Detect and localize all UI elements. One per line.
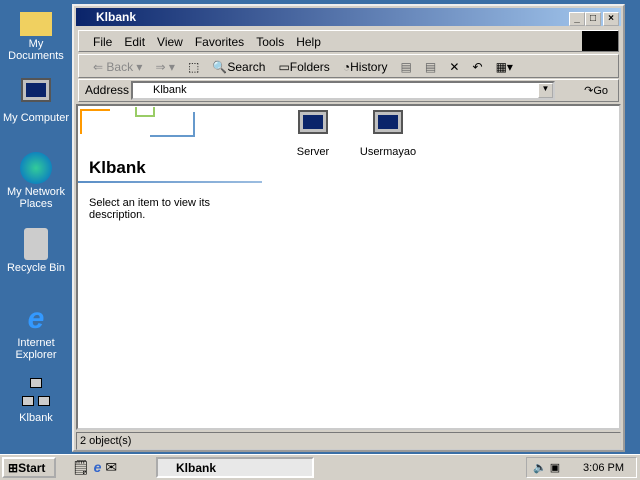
pane-divider — [78, 181, 262, 183]
copy-to-icon[interactable]: ▤ — [425, 60, 436, 74]
title-bar[interactable]: Klbank _ □ × — [76, 8, 621, 26]
menu-bar: File Edit View Favorites Tools Help — [78, 30, 619, 52]
taskbar: ⊞Start 🗒 e ✉ Klbank 🔈 ▣ 3:06 PM — [0, 454, 640, 480]
icon-label: My Documents — [8, 38, 64, 62]
computer-icon — [20, 78, 52, 110]
desktop-icon-internet-explorer[interactable]: e Internet Explorer — [0, 302, 72, 362]
folders-button[interactable]: ▭Folders — [278, 60, 329, 74]
quick-launch: 🗒 e ✉ — [72, 459, 117, 476]
search-button[interactable]: 🔍Search — [212, 60, 265, 74]
pane-title: Klbank — [89, 158, 146, 177]
address-label: Address — [85, 83, 130, 97]
views-button[interactable]: ▦▾ — [496, 60, 513, 74]
content-area: Klbank Select an item to view its descri… — [76, 104, 621, 430]
clock[interactable]: 3:06 PM — [583, 462, 624, 474]
maximize-button[interactable]: □ — [585, 12, 601, 26]
go-button[interactable]: ↷Go — [584, 84, 608, 97]
address-input[interactable]: Klbank ▼ — [131, 81, 555, 100]
pane-description: Select an item to view its description. — [89, 197, 211, 221]
icon-label: Internet Explorer — [15, 337, 57, 361]
desktop-icon-klbank[interactable]: Klbank — [0, 378, 72, 424]
menu-file[interactable]: File — [93, 35, 112, 49]
delete-icon[interactable]: ✕ — [449, 60, 459, 74]
forward-button[interactable]: ⇒ ▾ — [156, 60, 175, 74]
icon-label: My Network Places — [6, 186, 66, 210]
item-usermayao[interactable]: Usermayao — [358, 110, 418, 158]
volume-icon[interactable]: 🔈 — [533, 462, 547, 474]
history-button[interactable]: ◔History — [343, 60, 388, 74]
item-server[interactable]: Server — [283, 110, 343, 158]
status-bar: 2 object(s) — [76, 432, 621, 450]
minimize-button[interactable]: _ — [569, 12, 585, 26]
explorer-window: Klbank _ □ × File Edit View Favorites Tools H… — [72, 4, 625, 452]
desktop-icon-my-computer[interactable]: My Computer — [0, 78, 72, 124]
desktop-icon-my-network-places[interactable]: My Network Places — [0, 152, 74, 210]
up-folder-button[interactable]: ⬚ — [188, 60, 199, 74]
outlook-icon[interactable]: ✉ — [105, 459, 117, 475]
icon-label: Klbank — [19, 412, 53, 424]
desktop-icon-my-documents[interactable]: My Documents — [0, 6, 72, 62]
system-tray: 🔈 ▣ 3:06 PM — [526, 457, 637, 478]
close-button[interactable]: × — [603, 12, 619, 26]
menu-view[interactable]: View — [157, 35, 183, 49]
status-text: 2 object(s) — [80, 435, 132, 447]
undo-icon[interactable]: ↶ — [472, 60, 482, 74]
computer-icon — [298, 110, 328, 134]
menu-favorites[interactable]: Favorites — [195, 35, 244, 49]
show-desktop-icon[interactable]: 🗒 — [72, 459, 90, 475]
computer-icon — [373, 110, 403, 134]
workgroup-icon — [22, 378, 50, 410]
start-button[interactable]: ⊞Start — [2, 457, 56, 478]
network-icon — [20, 152, 52, 184]
network-tray-icon[interactable]: ▣ — [550, 462, 560, 474]
recycle-bin-icon — [24, 228, 48, 260]
ie-icon[interactable]: e — [94, 459, 102, 475]
task-klbank[interactable]: Klbank — [156, 457, 314, 478]
menu-tools[interactable]: Tools — [256, 35, 284, 49]
icon-label: Recycle Bin — [6, 262, 66, 274]
window-title: Klbank — [96, 10, 137, 24]
menu-help[interactable]: Help — [296, 35, 321, 49]
back-button[interactable]: ⇐ Back ▾ — [93, 60, 142, 74]
banner-graphic — [80, 107, 195, 154]
move-to-icon[interactable]: ▤ — [401, 60, 412, 74]
address-bar: Address Klbank ▼ ↷Go — [78, 79, 619, 102]
folder-icon — [20, 12, 52, 36]
ie-icon: e — [27, 302, 45, 335]
desktop-icon-recycle-bin[interactable]: Recycle Bin — [0, 228, 72, 274]
windows-logo — [582, 31, 618, 51]
menu-edit[interactable]: Edit — [124, 35, 145, 49]
icon-label: My Computer — [2, 112, 70, 124]
address-dropdown[interactable]: ▼ — [538, 83, 553, 98]
toolbar: ⇐ Back ▾ ⇒ ▾ ⬚ 🔍Search ▭Folders ◔History… — [78, 54, 619, 78]
